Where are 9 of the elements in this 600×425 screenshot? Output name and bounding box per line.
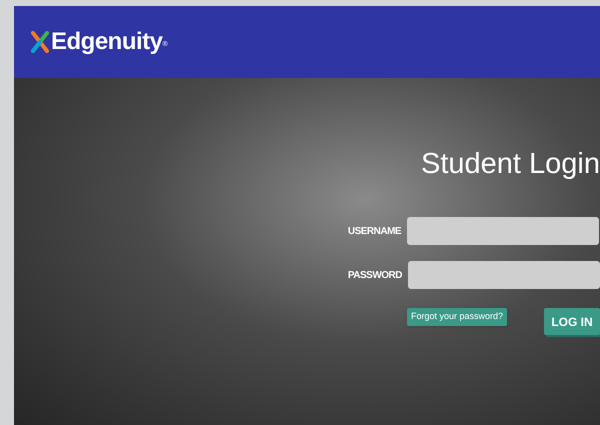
login-button[interactable]: LOG IN bbox=[544, 308, 600, 335]
field-label: USERNAME bbox=[348, 224, 402, 238]
forgot-password-link[interactable]: Forgot your password? bbox=[407, 308, 508, 326]
field-label: PASSWORD bbox=[348, 268, 402, 282]
input-field[interactable] bbox=[407, 217, 600, 245]
input-field[interactable] bbox=[408, 261, 600, 289]
brand-logo-text: Edgenuity$^{®}$ bbox=[51, 27, 168, 57]
logo-x-icon bbox=[30, 31, 50, 53]
login-title: Student Login bbox=[421, 150, 600, 179]
